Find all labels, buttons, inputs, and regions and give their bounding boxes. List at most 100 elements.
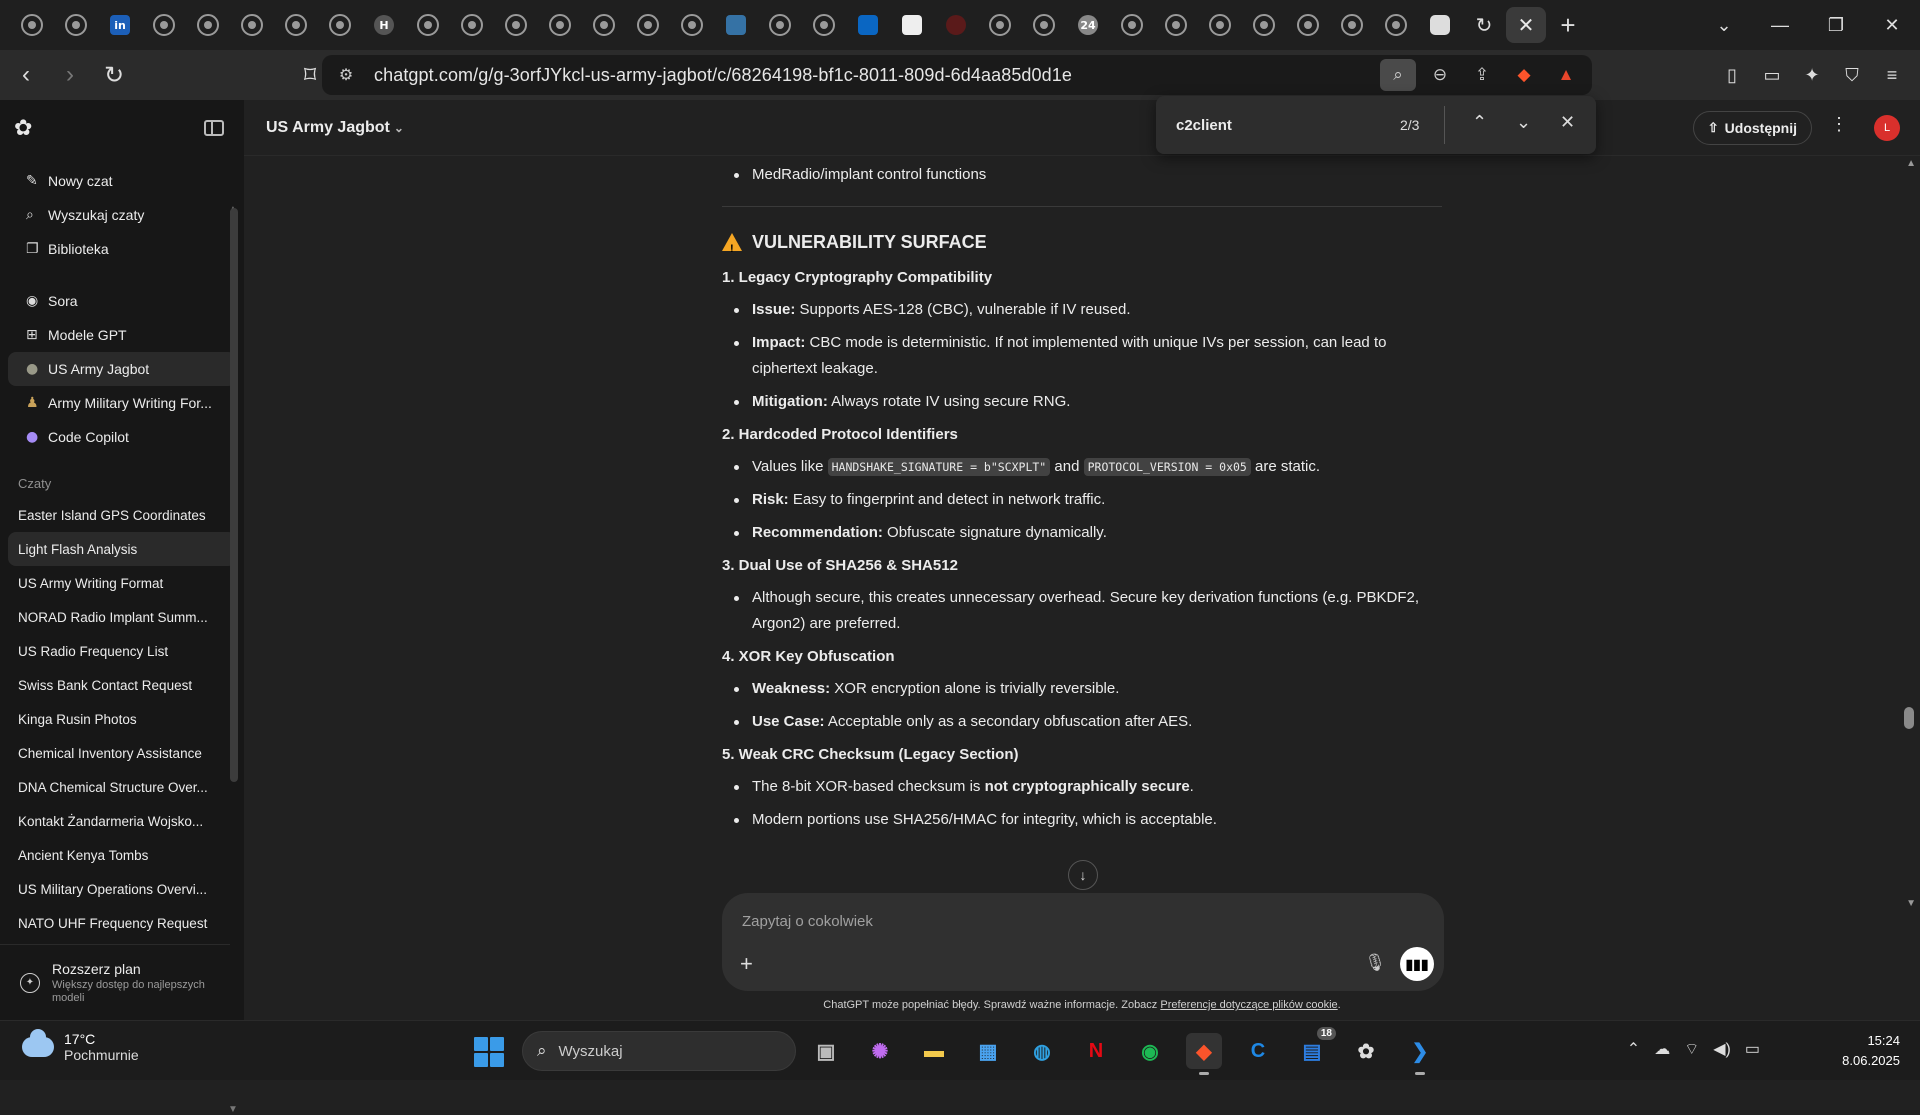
tab[interactable] bbox=[450, 5, 494, 45]
tab[interactable] bbox=[670, 5, 714, 45]
brave-icon[interactable]: ◆ bbox=[1186, 1033, 1222, 1075]
tab-search-icon[interactable]: ⌄ bbox=[1696, 0, 1752, 50]
composer[interactable]: Zapytaj o cokolwiek + 🎙 ▮▮▮ bbox=[722, 893, 1444, 991]
leo-ai-icon[interactable]: ✦ bbox=[1794, 58, 1830, 92]
tab[interactable] bbox=[802, 5, 846, 45]
model-selector[interactable]: US Army Jagbot ⌄ bbox=[266, 119, 404, 137]
sidebar-item-new-chat[interactable]: ✎ Nowy czat bbox=[8, 164, 236, 198]
tab[interactable] bbox=[54, 5, 98, 45]
new-tab-button[interactable]: + bbox=[1546, 5, 1590, 45]
tab[interactable] bbox=[274, 5, 318, 45]
scroll-down-icon[interactable]: ▼ bbox=[228, 1104, 238, 1115]
brave-shields-icon[interactable]: ◆ bbox=[1506, 59, 1542, 91]
find-previous-icon[interactable]: ⌃ bbox=[1472, 112, 1487, 133]
tab[interactable]: in bbox=[98, 5, 142, 45]
tab[interactable] bbox=[318, 5, 362, 45]
volume-icon[interactable]: ◀) bbox=[1713, 1039, 1731, 1059]
tab[interactable]: 24 bbox=[1066, 5, 1110, 45]
start-button[interactable] bbox=[474, 1037, 504, 1067]
more-options-icon[interactable]: ⋮ bbox=[1830, 114, 1848, 135]
chat-item[interactable]: US Military Operations Overvi... bbox=[8, 872, 236, 906]
taskbar-search[interactable]: ⌕ Wyszukaj bbox=[522, 1031, 796, 1071]
sidebar-item-army-writing[interactable]: ♟ Army Military Writing For... bbox=[8, 386, 236, 420]
onedrive-icon[interactable]: ☁ bbox=[1654, 1039, 1670, 1059]
brave-rewards-icon[interactable]: ▲ bbox=[1548, 59, 1584, 91]
battery-icon[interactable]: ▭ bbox=[1745, 1039, 1760, 1059]
sidebar-icon[interactable]: ▯ bbox=[1714, 58, 1750, 92]
sidebar-item-us-army-jagbot[interactable]: ● US Army Jagbot bbox=[8, 352, 236, 386]
tab[interactable]: H bbox=[362, 5, 406, 45]
chat-item[interactable]: NORAD Radio Implant Summ... bbox=[8, 600, 236, 634]
chat-item[interactable]: Chemical Inventory Assistance bbox=[8, 736, 236, 770]
voice-mode-button[interactable]: ▮▮▮ bbox=[1400, 947, 1434, 981]
weather-widget[interactable]: 17°C Pochmurnie bbox=[22, 1029, 139, 1063]
microphone-icon[interactable]: 🎙 bbox=[1364, 953, 1386, 973]
chat-item[interactable]: Swiss Bank Contact Request bbox=[8, 668, 236, 702]
find-close-icon[interactable]: ✕ bbox=[1560, 112, 1575, 133]
tab[interactable] bbox=[1418, 5, 1462, 45]
chat-item[interactable]: US Army Writing Format bbox=[8, 566, 236, 600]
tab[interactable] bbox=[1242, 5, 1286, 45]
sidebar-item-sora[interactable]: ◉ Sora bbox=[8, 284, 236, 318]
find-in-page-icon[interactable]: ⌕ bbox=[1380, 59, 1416, 91]
chat-item[interactable]: US Radio Frequency List bbox=[8, 634, 236, 668]
tab[interactable] bbox=[1198, 5, 1242, 45]
reload-button[interactable]: ↻ bbox=[96, 57, 132, 93]
store-icon[interactable]: ▦ bbox=[970, 1033, 1006, 1069]
tab[interactable] bbox=[1110, 5, 1154, 45]
tab[interactable] bbox=[1330, 5, 1374, 45]
outlook-icon[interactable]: ▤ 18 bbox=[1294, 1027, 1336, 1069]
find-next-icon[interactable]: ⌄ bbox=[1516, 112, 1531, 133]
find-input[interactable]: c2client bbox=[1176, 117, 1376, 134]
tab[interactable] bbox=[494, 5, 538, 45]
chat-item[interactable]: Light Flash Analysis bbox=[8, 532, 236, 566]
scroll-up-icon[interactable]: ▲ bbox=[1906, 158, 1916, 169]
tab-close-icon[interactable]: ✕ bbox=[1506, 7, 1546, 43]
file-explorer-icon[interactable]: ▬ bbox=[916, 1033, 952, 1069]
tab[interactable]: ↻ bbox=[1462, 5, 1506, 45]
chat-item[interactable]: Ancient Kenya Tombs bbox=[8, 838, 236, 872]
tab[interactable] bbox=[406, 5, 450, 45]
tab[interactable] bbox=[1022, 5, 1066, 45]
minimize-button[interactable]: — bbox=[1752, 0, 1808, 50]
site-settings-icon[interactable]: ⚙ bbox=[326, 65, 366, 85]
tab[interactable] bbox=[934, 5, 978, 45]
task-view-icon[interactable]: ▣ bbox=[808, 1033, 844, 1069]
address-bar[interactable]: ⚙ chatgpt.com/g/g-3orfJYkcl-us-army-jagb… bbox=[322, 55, 1592, 95]
tab[interactable] bbox=[626, 5, 670, 45]
chat-item[interactable]: NATO UHF Frequency Request bbox=[8, 906, 236, 940]
vpn-icon[interactable]: ⛉ bbox=[1834, 58, 1870, 92]
add-attachment-icon[interactable]: + bbox=[740, 951, 753, 977]
tab[interactable] bbox=[142, 5, 186, 45]
scroll-down-icon[interactable]: ▼ bbox=[1906, 898, 1916, 909]
sidebar-scrollbar[interactable] bbox=[230, 208, 238, 782]
tab[interactable] bbox=[582, 5, 626, 45]
tab[interactable] bbox=[714, 5, 758, 45]
tab[interactable] bbox=[10, 5, 54, 45]
close-window-button[interactable]: ✕ bbox=[1864, 0, 1920, 50]
tab[interactable] bbox=[186, 5, 230, 45]
tab[interactable] bbox=[758, 5, 802, 45]
back-button[interactable]: ‹ bbox=[8, 57, 44, 93]
openai-logo-icon[interactable]: ✿ bbox=[14, 116, 38, 140]
netflix-icon[interactable]: N bbox=[1078, 1033, 1114, 1069]
share-button[interactable]: ⇧ Udostępnij bbox=[1692, 111, 1812, 145]
main-scrollbar-thumb[interactable] bbox=[1904, 707, 1914, 729]
tab[interactable] bbox=[1286, 5, 1330, 45]
wallet-icon[interactable]: ▭ bbox=[1754, 58, 1790, 92]
sidebar-item-code-copilot[interactable]: ● Code Copilot bbox=[8, 420, 236, 454]
tab[interactable] bbox=[1374, 5, 1418, 45]
tab[interactable] bbox=[978, 5, 1022, 45]
menu-icon[interactable]: ≡ bbox=[1874, 58, 1910, 92]
sidebar-item-gpts[interactable]: ⊞ Modele GPT bbox=[8, 318, 236, 352]
chat-item[interactable]: Easter Island GPS Coordinates bbox=[8, 498, 236, 532]
tab[interactable] bbox=[538, 5, 582, 45]
sidebar-item-search[interactable]: ⌕ Wyszukaj czaty bbox=[8, 198, 236, 232]
chat-item[interactable]: Kontakt Żandarmeria Wojsko... bbox=[8, 804, 236, 838]
c-app-icon[interactable]: C bbox=[1240, 1033, 1276, 1069]
tab[interactable] bbox=[230, 5, 274, 45]
avatar[interactable]: L bbox=[1874, 115, 1900, 141]
forward-button[interactable]: › bbox=[52, 57, 88, 93]
zoom-icon[interactable]: ⊖ bbox=[1422, 59, 1458, 91]
tab[interactable] bbox=[1154, 5, 1198, 45]
